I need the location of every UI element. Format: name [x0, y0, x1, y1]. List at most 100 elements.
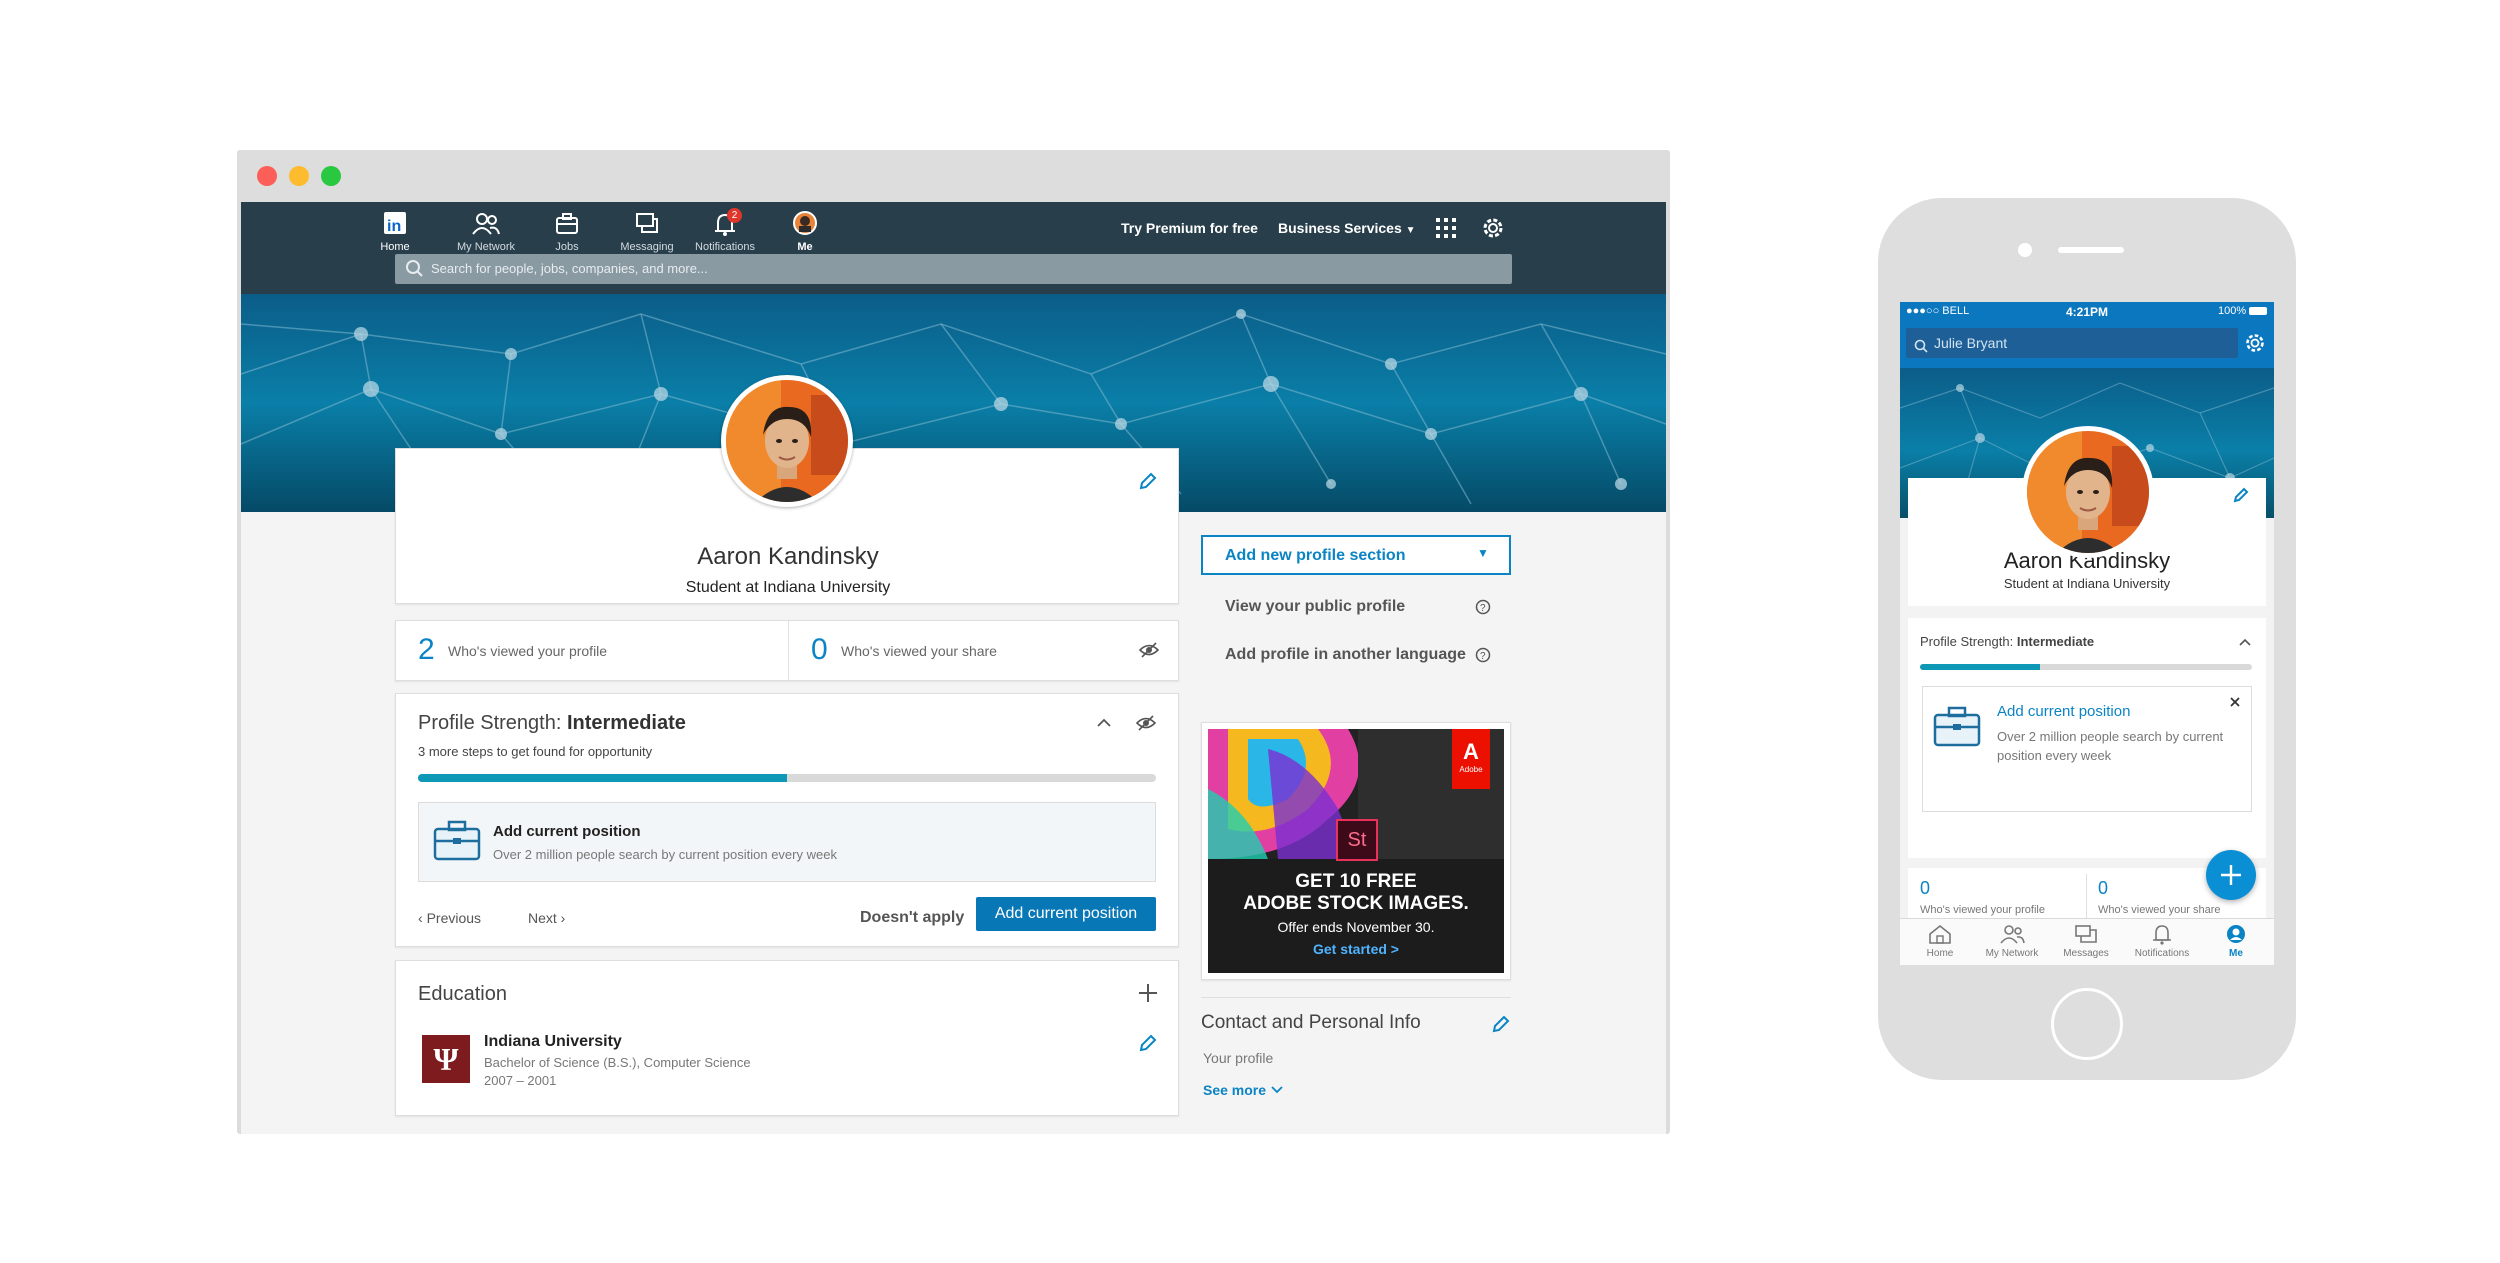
close-icon[interactable]: [2229, 695, 2241, 713]
add-profile-section-dropdown[interactable]: Add new profile section ▼: [1201, 535, 1511, 575]
edit-pencil-icon[interactable]: [2232, 486, 2250, 509]
tab-label: My Network: [1985, 948, 2039, 959]
mobile-suggestion-title[interactable]: Add current position: [1997, 703, 2130, 720]
see-more-link[interactable]: See more: [1203, 1082, 1284, 1098]
battery-icon: [2249, 307, 2268, 316]
gear-icon[interactable]: [1481, 216, 1505, 240]
minimize-window-button[interactable]: [289, 166, 309, 186]
business-services-label: Business Services: [1278, 220, 1402, 236]
previous-label: Previous: [426, 910, 482, 926]
nav-my-network[interactable]: My Network: [446, 210, 526, 253]
adobe-ad[interactable]: A Adobe St GET 10 FREE ADOBE STOCK IMAGE…: [1201, 722, 1511, 980]
mobile-profile-photo[interactable]: [2022, 426, 2154, 558]
edit-pencil-icon[interactable]: [1491, 1014, 1511, 1039]
edit-pencil-icon[interactable]: [1138, 1033, 1158, 1058]
collapse-chevron-icon[interactable]: [2238, 634, 2252, 652]
business-services-menu[interactable]: Business Services ▼: [1278, 220, 1416, 236]
collapse-chevron-icon[interactable]: [1096, 716, 1112, 734]
tab-my-network[interactable]: My Network: [1976, 923, 2048, 959]
mobile-search-value: Julie Bryant: [1934, 335, 2008, 351]
nav-label: Me: [797, 241, 813, 253]
top-nav: in Home My Network Jobs Messaging 2 Noti…: [241, 202, 1666, 294]
education-heading: Education: [418, 983, 507, 1005]
search-placeholder: Search for people, jobs, companies, and …: [431, 261, 708, 276]
mobile-strength-title: Profile Strength: Intermediate: [1920, 634, 2094, 649]
notification-badge: 2: [727, 208, 742, 223]
ad-line-1: GET 10 FREE: [1295, 871, 1417, 892]
ad-cta-link[interactable]: Get started >: [1208, 941, 1504, 957]
previous-link[interactable]: ‹ Previous: [418, 910, 481, 926]
nav-label: Home: [380, 241, 410, 253]
tab-label: Home: [1926, 948, 1954, 959]
phone-screen: ●●●○○ BELL 4:21PM 100% Julie Bryant Aaro…: [1900, 302, 2274, 965]
caret-down-icon: ▼: [1405, 225, 1416, 236]
nav-notifications[interactable]: 2 Notifications: [685, 208, 765, 253]
public-profile-link[interactable]: View your public profile: [1225, 598, 1405, 616]
edit-pencil-icon[interactable]: [1138, 471, 1158, 491]
adobe-logo: A Adobe: [1452, 729, 1490, 789]
next-link[interactable]: Next ›: [528, 910, 565, 926]
stock-logo: St: [1336, 819, 1378, 861]
search-icon: [1914, 335, 1928, 365]
gear-icon[interactable]: [2244, 332, 2266, 359]
linkedin-page: in Home My Network Jobs Messaging 2 Noti…: [241, 202, 1666, 1134]
nav-jobs[interactable]: Jobs: [527, 210, 607, 253]
doesnt-apply-button[interactable]: Doesn't apply: [860, 909, 964, 927]
nav-me[interactable]: Me: [765, 210, 845, 253]
add-current-position-button[interactable]: Add current position: [976, 897, 1156, 931]
mobile-suggestion-description: Over 2 million people search by current …: [1997, 729, 2224, 763]
ad-line-2: ADOBE STOCK IMAGES.: [1243, 893, 1469, 914]
mobile-views-count[interactable]: 0: [1920, 878, 1930, 899]
apps-grid-icon[interactable]: [1436, 218, 1456, 238]
home-button[interactable]: [2051, 988, 2123, 1060]
nav-home[interactable]: in Home: [355, 210, 435, 253]
adobe-logo-mark: A: [1463, 739, 1479, 764]
people-icon: [2000, 925, 2025, 944]
close-window-button[interactable]: [257, 166, 277, 186]
profile-photo-image: [726, 380, 848, 502]
compose-fab-button[interactable]: [2206, 850, 2256, 900]
add-plus-icon[interactable]: [1138, 983, 1158, 1008]
ad-headline: GET 10 FREE ADOBE STOCK IMAGES.: [1208, 871, 1504, 915]
nav-label: Messaging: [620, 241, 674, 253]
profile-views-count: 2: [418, 633, 435, 666]
maximize-window-button[interactable]: [321, 166, 341, 186]
profile-strength-card: Profile Strength: Intermediate 3 more st…: [395, 693, 1179, 947]
tab-me[interactable]: Me: [2200, 923, 2272, 959]
plus-icon: [2219, 863, 2243, 892]
suggestion-title: Add current position: [493, 823, 641, 840]
nav-messaging[interactable]: Messaging: [607, 210, 687, 253]
help-icon[interactable]: ?: [1475, 647, 1491, 668]
svg-text:?: ?: [1480, 651, 1486, 662]
speaker-grille: [2058, 247, 2124, 253]
hide-eye-icon[interactable]: [1135, 714, 1157, 737]
try-premium-link[interactable]: Try Premium for free: [1121, 220, 1258, 236]
search-icon: [405, 254, 423, 293]
chat-icon: [2075, 925, 2097, 943]
search-input[interactable]: Search for people, jobs, companies, and …: [395, 254, 1512, 284]
profile-name: Aaron Kandinsky: [697, 543, 879, 570]
mobile-search-input[interactable]: Julie Bryant: [1906, 328, 2238, 358]
strength-progress-fill: [418, 774, 787, 782]
school-name[interactable]: Indiana University: [484, 1033, 622, 1051]
share-views-label: Who's viewed your share: [841, 643, 997, 659]
mobile-share-count[interactable]: 0: [2098, 878, 2108, 899]
help-icon[interactable]: ?: [1475, 599, 1491, 620]
another-language-link[interactable]: Add profile in another language: [1225, 646, 1466, 664]
tab-messages[interactable]: Messages: [2050, 923, 2122, 959]
chevron-left-icon: ‹: [418, 910, 427, 926]
mobile-header: ●●●○○ BELL 4:21PM 100% Julie Bryant: [1900, 302, 2274, 368]
hide-eye-icon[interactable]: [1138, 641, 1160, 664]
svg-text:in: in: [387, 218, 401, 235]
add-profile-section-label: Add new profile section: [1225, 547, 1406, 564]
chevron-right-icon: ›: [556, 910, 566, 926]
tab-notifications[interactable]: Notifications: [2122, 923, 2202, 959]
tab-home[interactable]: Home: [1904, 923, 1976, 959]
profile-stats-card: 2 Who's viewed your profile 0 Who's view…: [395, 620, 1179, 681]
education-card: Education Ψ Indiana University Bachelor …: [395, 960, 1179, 1116]
profile-strength-prefix: Profile Strength:: [418, 712, 567, 734]
tab-label: Notifications: [2134, 948, 2190, 959]
share-views-stat[interactable]: 0 Who's viewed your share: [789, 621, 1179, 680]
profile-views-stat[interactable]: 2 Who's viewed your profile: [396, 621, 788, 680]
profile-photo[interactable]: [721, 375, 853, 507]
